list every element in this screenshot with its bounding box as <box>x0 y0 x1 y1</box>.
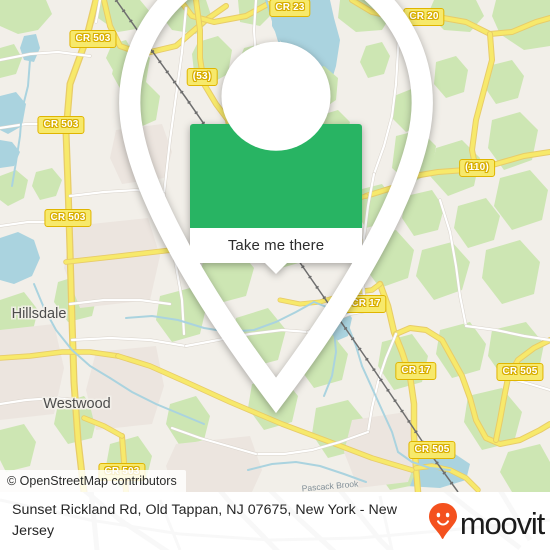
moovit-brand-logo[interactable]: moovit <box>428 503 545 544</box>
map-pin-icon <box>1 0 550 422</box>
moovit-map-screenshot: .w{fill:#aad3df} .g{fill:#cde6b3} .res{f… <box>0 0 550 550</box>
popup-header <box>119 0 433 414</box>
popup-pointer-tail <box>265 263 287 274</box>
location-popup-card[interactable]: Take me there <box>119 0 433 414</box>
map-canvas[interactable]: .w{fill:#aad3df} .g{fill:#cde6b3} .res{f… <box>0 0 550 492</box>
take-me-there-label: Take me there <box>227 237 325 254</box>
moovit-wordmark: moovit <box>459 506 545 541</box>
moovit-smiley-pin-icon <box>428 503 458 544</box>
osm-attribution[interactable]: © OpenStreetMap contributors <box>0 470 186 492</box>
location-title: Sunset Rickland Rd, Old Tappan, NJ 07675… <box>12 502 398 539</box>
route-shield: CR 505 <box>408 441 456 459</box>
popup-footer[interactable]: Take me there <box>190 228 362 274</box>
footer-bar: Sunset Rickland Rd, Old Tappan, NJ 07675… <box>0 492 550 550</box>
